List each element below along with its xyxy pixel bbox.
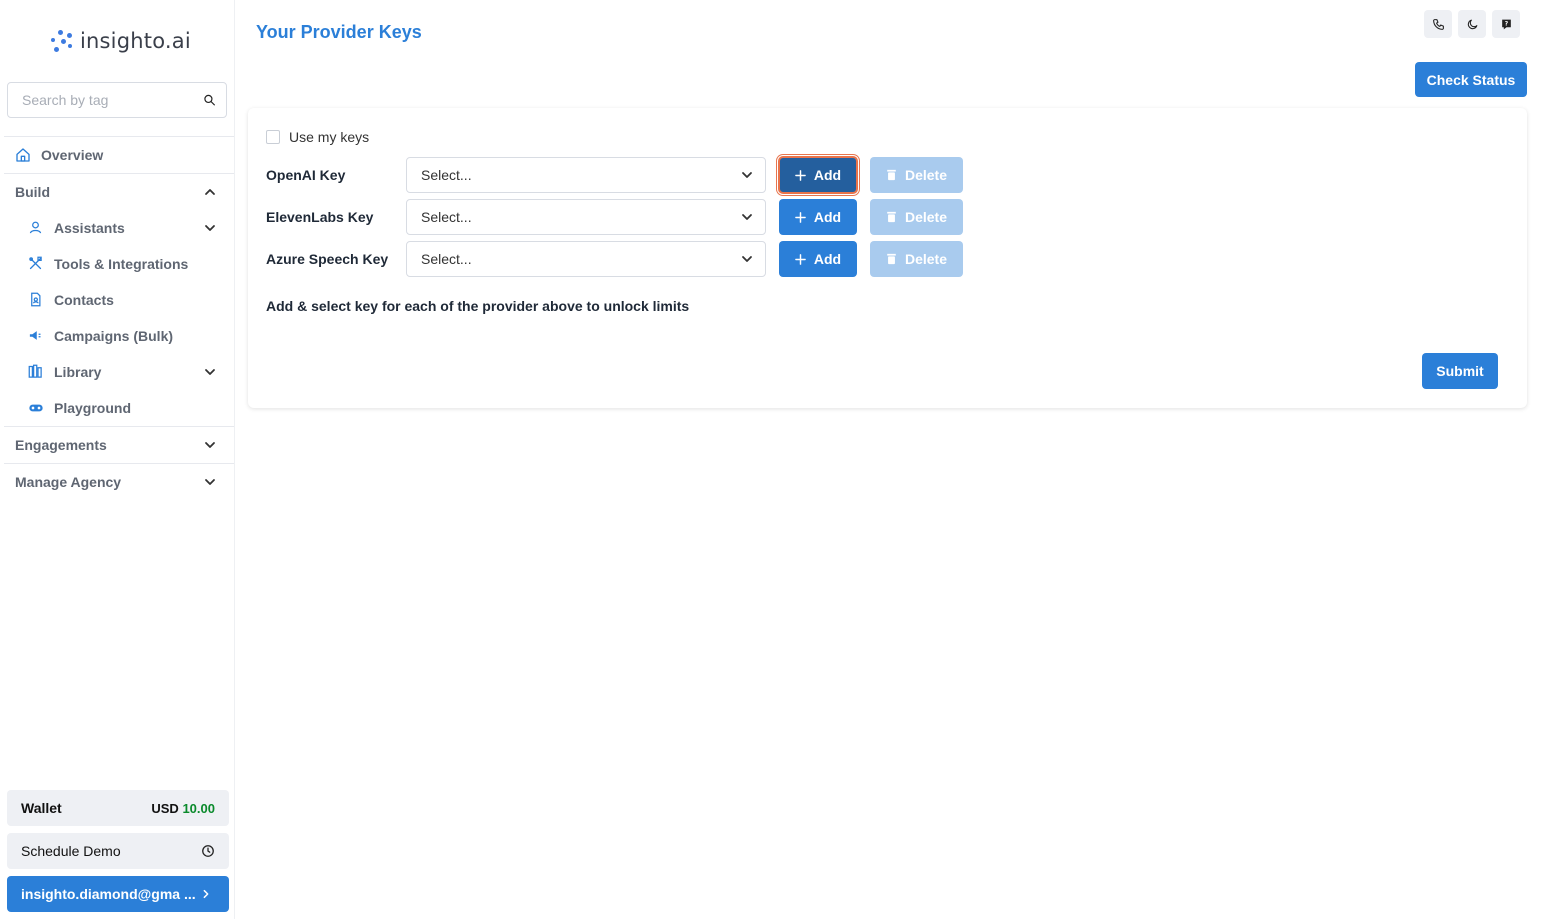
nav-item-label: Contacts xyxy=(54,292,114,308)
nav-item-label: Assistants xyxy=(54,220,125,236)
phone-button[interactable] xyxy=(1424,10,1452,38)
unlock-limits-hint: Add & select key for each of the provide… xyxy=(266,298,690,314)
key-label: Azure Speech Key xyxy=(266,251,389,267)
search-icon[interactable] xyxy=(203,91,216,109)
elevenlabs-add-button[interactable]: Add xyxy=(779,199,857,235)
nav-item-label: Library xyxy=(54,364,102,380)
add-label: Add xyxy=(813,251,842,267)
openai-add-button[interactable]: Add xyxy=(778,156,858,194)
delete-label: Delete xyxy=(904,251,948,267)
use-my-keys-checkbox[interactable] xyxy=(266,130,280,144)
nav-item-tools-integrations[interactable]: Tools & Integrations xyxy=(0,246,234,282)
add-label: Add xyxy=(813,167,842,183)
nav-overview[interactable]: Overview xyxy=(0,137,234,173)
nav-item-assistants[interactable]: Assistants xyxy=(0,210,234,246)
nav-engagements[interactable]: Engagements xyxy=(0,427,234,463)
select-value: Select... xyxy=(421,167,472,183)
chevron-right-icon xyxy=(203,889,209,899)
trash-icon xyxy=(887,169,896,181)
home-icon xyxy=(15,147,31,163)
chevron-down-icon xyxy=(205,479,215,485)
plus-icon xyxy=(795,253,806,265)
page-title: Your Provider Keys xyxy=(256,22,422,42)
provider-keys-card: Use my keys OpenAI Key Select... Add Del… xyxy=(248,108,1527,408)
user-email: insighto.diamond@gma ... xyxy=(21,886,196,902)
select-value: Select... xyxy=(421,251,472,267)
moon-icon xyxy=(1467,19,1477,29)
nav-item-label: Campaigns (Bulk) xyxy=(54,328,174,344)
nav-overview-label: Overview xyxy=(41,147,104,163)
wallet-currency: USD xyxy=(151,800,179,816)
nav-item-contacts[interactable]: Contacts xyxy=(0,282,234,318)
delete-label: Delete xyxy=(904,209,948,225)
azure-speech-add-button[interactable]: Add xyxy=(779,241,857,277)
contacts-icon xyxy=(28,292,44,308)
nav-item-label: Playground xyxy=(54,400,132,416)
azure-speech-delete-button[interactable]: Delete xyxy=(870,241,963,277)
nav-item-library[interactable]: Library xyxy=(0,354,234,390)
nav-build-label: Build xyxy=(15,184,50,200)
clock-icon xyxy=(202,845,214,857)
check-status-button[interactable]: Check Status xyxy=(1415,62,1527,97)
svg-text:?: ? xyxy=(1504,20,1508,27)
key-label: ElevenLabs Key xyxy=(266,209,374,225)
chevron-down-icon xyxy=(205,369,215,375)
openai-delete-button[interactable]: Delete xyxy=(870,157,963,193)
chevron-down-icon xyxy=(742,172,752,178)
nav-manage-agency-label: Manage Agency xyxy=(15,474,122,490)
wallet-amount: 10.00 xyxy=(182,800,215,816)
nav-engagements-label: Engagements xyxy=(15,437,107,453)
theme-toggle-button[interactable] xyxy=(1458,10,1486,38)
user-icon xyxy=(28,220,44,236)
elevenlabs-key-row: ElevenLabs Key Select... Add Delete xyxy=(266,199,963,235)
delete-label: Delete xyxy=(904,167,948,183)
chevron-down-icon xyxy=(205,442,215,448)
wallet-label: Wallet xyxy=(21,800,62,816)
submit-button[interactable]: Submit xyxy=(1422,353,1498,389)
openai-key-row: OpenAI Key Select... Add Delete xyxy=(266,156,963,194)
wallet-balance: USD 10.00 xyxy=(151,801,215,816)
schedule-demo-button[interactable]: Schedule Demo xyxy=(7,833,229,869)
trash-icon xyxy=(887,211,896,223)
tools-icon xyxy=(28,256,44,272)
elevenlabs-key-select[interactable]: Select... xyxy=(406,199,766,235)
logo-text: insighto.ai xyxy=(80,29,191,53)
top-toolbar: ? xyxy=(1424,10,1520,38)
azure-speech-key-select[interactable]: Select... xyxy=(406,241,766,277)
add-label: Add xyxy=(813,209,842,225)
trash-icon xyxy=(887,253,896,265)
help-icon: ? xyxy=(1501,19,1511,29)
megaphone-icon xyxy=(28,328,44,344)
help-button[interactable]: ? xyxy=(1492,10,1520,38)
nav-item-campaigns-bulk[interactable]: Campaigns (Bulk) xyxy=(0,318,234,354)
use-my-keys-label: Use my keys xyxy=(289,129,370,145)
nav-manage-agency[interactable]: Manage Agency xyxy=(0,464,234,500)
user-account-button[interactable]: insighto.diamond@gma ... xyxy=(7,876,229,912)
openai-key-select[interactable]: Select... xyxy=(406,157,766,193)
logo[interactable]: insighto.ai xyxy=(50,26,191,56)
gamepad-icon xyxy=(28,400,44,416)
sidebar: insighto.ai Overview Build Assistants To… xyxy=(0,0,235,919)
use-my-keys-row[interactable]: Use my keys xyxy=(266,129,369,145)
library-icon xyxy=(28,364,44,380)
azure-speech-key-row: Azure Speech Key Select... Add Delete xyxy=(266,241,963,277)
chevron-up-icon xyxy=(205,189,215,195)
logo-mark-icon xyxy=(50,29,74,53)
nav-build[interactable]: Build xyxy=(0,174,234,210)
elevenlabs-delete-button[interactable]: Delete xyxy=(870,199,963,235)
select-value: Select... xyxy=(421,209,472,225)
phone-icon xyxy=(1432,18,1444,30)
chevron-down-icon xyxy=(742,256,752,262)
plus-icon xyxy=(795,169,806,181)
wallet-card[interactable]: Wallet USD 10.00 xyxy=(7,790,229,826)
nav-item-playground[interactable]: Playground xyxy=(0,390,234,426)
search-box[interactable] xyxy=(7,82,227,118)
key-label: OpenAI Key xyxy=(266,167,346,183)
plus-icon xyxy=(795,211,806,223)
search-input[interactable] xyxy=(22,92,203,108)
chevron-down-icon xyxy=(742,214,752,220)
nav-item-label: Tools & Integrations xyxy=(54,256,189,272)
chevron-down-icon xyxy=(205,225,215,231)
schedule-demo-label: Schedule Demo xyxy=(21,843,121,859)
